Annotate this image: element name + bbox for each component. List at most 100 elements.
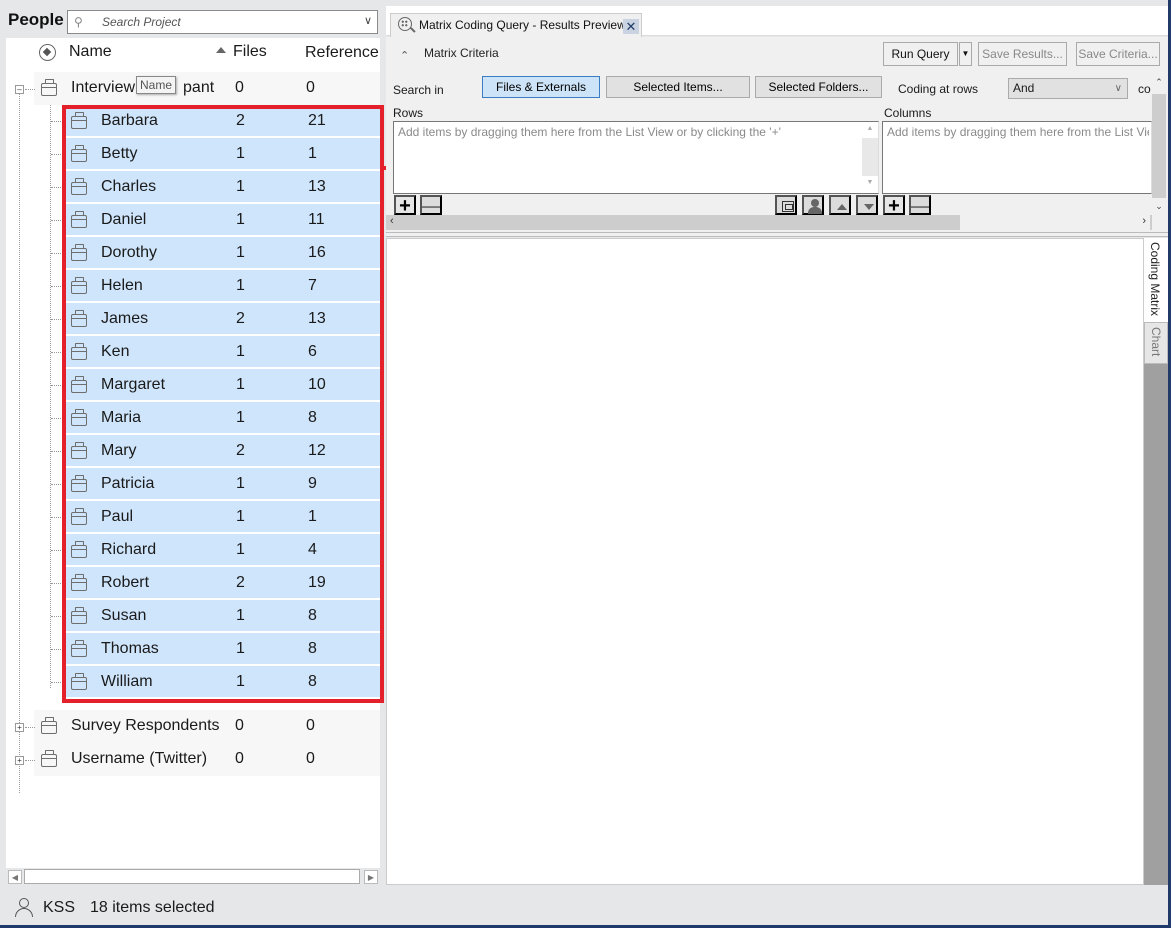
run-query-button[interactable]: Run Query <box>883 42 958 66</box>
folder-icon <box>71 475 87 492</box>
folder-icon <box>71 244 87 261</box>
panel-splitter[interactable] <box>386 232 1168 237</box>
tree-row-person[interactable]: Barbara 2 21 <box>64 105 380 138</box>
tree-row-person[interactable]: Daniel 1 11 <box>64 204 380 237</box>
tree-row-person[interactable]: Dorothy 1 16 <box>64 237 380 270</box>
tab-bar: Matrix Coding Query - Results Preview ✕ <box>386 6 1168 37</box>
tree-row-person[interactable]: Mary 2 12 <box>64 435 380 468</box>
tree-row-username-twitter[interactable]: Username (Twitter) 0 0 <box>34 743 380 776</box>
app-window: People ⚲ ∨ Name Files Reference Intervie <box>0 0 1171 928</box>
expand-icon[interactable]: + <box>15 723 24 732</box>
row-name: Susan <box>101 607 147 624</box>
row-files: 2 <box>236 442 245 459</box>
tab-label: Coding Matrix <box>1148 242 1162 317</box>
add-column-button[interactable]: + <box>883 195 905 216</box>
row-references: 8 <box>308 640 317 657</box>
close-icon[interactable]: ✕ <box>623 19 639 34</box>
scroll-left-icon[interactable]: ‹ <box>390 215 394 227</box>
scroll-up-icon[interactable]: ▲ <box>862 125 878 132</box>
folder-icon <box>71 112 87 129</box>
tree-row-person[interactable]: Helen 1 7 <box>64 270 380 303</box>
files-externals-button[interactable]: Files & Externals <box>482 76 600 98</box>
add-column-icon[interactable] <box>39 44 56 61</box>
people-panel: People ⚲ ∨ Name Files Reference Intervie <box>5 6 384 886</box>
save-results-button[interactable]: Save Results... <box>978 42 1067 66</box>
add-row-button[interactable]: + <box>394 195 416 216</box>
criteria-vertical-scrollbar[interactable]: ⌃ ⌄ <box>1152 77 1166 217</box>
tree-line <box>51 484 63 485</box>
row-files: 1 <box>236 211 245 228</box>
coding-operator-select[interactable]: And ∨ <box>1008 78 1128 99</box>
column-references[interactable]: Reference <box>305 44 379 62</box>
collapse-icon[interactable]: – <box>15 85 24 94</box>
select-frame-button[interactable] <box>775 195 797 215</box>
selected-items-button[interactable]: Selected Items... <box>606 76 750 98</box>
tree-row-person[interactable]: William 1 8 <box>64 666 380 699</box>
tree-row-interview-participant[interactable]: Interview pant 0 0 <box>34 72 380 105</box>
scroll-right-icon[interactable]: ▶ <box>364 870 378 884</box>
remove-row-button[interactable]: — <box>420 195 442 215</box>
move-down-button[interactable] <box>856 195 878 215</box>
save-criteria-button[interactable]: Save Criteria... <box>1076 42 1160 66</box>
tree-row-person[interactable]: James 2 13 <box>64 303 380 336</box>
tree-row-person[interactable]: Susan 1 8 <box>64 600 380 633</box>
tab-chart[interactable]: Chart <box>1144 322 1168 364</box>
row-references: 12 <box>308 442 326 459</box>
column-files[interactable]: Files <box>233 43 267 61</box>
run-query-dropdown[interactable]: ▼ <box>959 42 972 66</box>
tree-line <box>19 93 20 793</box>
row-files: 1 <box>236 244 245 261</box>
chevron-down-icon[interactable]: ∨ <box>364 14 372 27</box>
scroll-left-icon[interactable]: ◀ <box>8 870 22 884</box>
tab-matrix-coding-query[interactable]: Matrix Coding Query - Results Preview ✕ <box>390 13 642 37</box>
tree-row-person[interactable]: Paul 1 1 <box>64 501 380 534</box>
scroll-right-icon[interactable]: › <box>960 215 1150 230</box>
scroll-up-icon[interactable]: ⌃ <box>1152 77 1166 88</box>
tree-row-person[interactable]: Thomas 1 8 <box>64 633 380 666</box>
scroll-down-icon[interactable]: ▼ <box>862 179 878 186</box>
folder-icon <box>71 343 87 360</box>
row-files: 2 <box>236 310 245 327</box>
scrollbar-thumb[interactable] <box>1152 94 1166 198</box>
row-references: 1 <box>308 508 317 525</box>
selected-folders-button[interactable]: Selected Folders... <box>755 76 882 98</box>
tree-row-person[interactable]: Betty 1 1 <box>64 138 380 171</box>
row-name: Patricia <box>101 475 155 492</box>
person-button[interactable] <box>802 195 824 215</box>
search-in-label: Search in <box>393 83 444 97</box>
folder-icon <box>71 310 87 327</box>
row-name: Richard <box>101 541 157 558</box>
scrollbar-thumb[interactable] <box>862 138 878 176</box>
tab-coding-matrix[interactable]: Coding Matrix <box>1144 238 1168 322</box>
query-panel: Matrix Coding Query - Results Preview ✕ … <box>386 6 1168 886</box>
row-references: 8 <box>308 673 317 690</box>
tree-row-person[interactable]: Charles 1 13 <box>64 171 380 204</box>
search-input[interactable] <box>102 14 352 30</box>
expand-icon[interactable]: + <box>15 756 24 765</box>
move-up-button[interactable] <box>829 195 851 215</box>
criteria-horizontal-scrollbar[interactable]: ‹ › <box>386 215 1152 230</box>
remove-column-button[interactable]: — <box>909 195 931 215</box>
tree-row-survey-respondents[interactable]: Survey Respondents 0 0 <box>34 710 380 743</box>
tree-row-person[interactable]: Ken 1 6 <box>64 336 380 369</box>
chevron-up-icon[interactable]: ⌃ <box>400 49 409 62</box>
rows-scrollbar[interactable]: ▲ ▼ <box>862 122 878 193</box>
tree-line <box>51 253 63 254</box>
row-files: 0 <box>235 717 244 734</box>
rows-drop-area[interactable]: Add items by dragging them here from the… <box>393 121 879 194</box>
tree-row-person[interactable]: Maria 1 8 <box>64 402 380 435</box>
search-box[interactable]: ⚲ ∨ <box>67 10 378 34</box>
tree-row-person[interactable]: Richard 1 4 <box>64 534 380 567</box>
horizontal-scrollbar[interactable]: ◀ ▶ <box>6 868 382 885</box>
columns-drop-area[interactable]: Add items by dragging them here from the… <box>882 121 1152 194</box>
tree-row-person[interactable]: Robert 2 19 <box>64 567 380 600</box>
column-name[interactable]: Name <box>69 43 112 61</box>
folder-icon <box>71 178 87 195</box>
matrix-criteria-panel: ⌃ Matrix Criteria Run Query ▼ Save Resul… <box>386 37 1168 232</box>
tree-line <box>25 727 35 728</box>
scrollbar-track[interactable] <box>24 869 360 884</box>
criteria-title: Matrix Criteria <box>424 46 499 60</box>
scroll-down-icon[interactable]: ⌄ <box>1152 201 1166 212</box>
tree-row-person[interactable]: Margaret 1 10 <box>64 369 380 402</box>
tree-row-person[interactable]: Patricia 1 9 <box>64 468 380 501</box>
